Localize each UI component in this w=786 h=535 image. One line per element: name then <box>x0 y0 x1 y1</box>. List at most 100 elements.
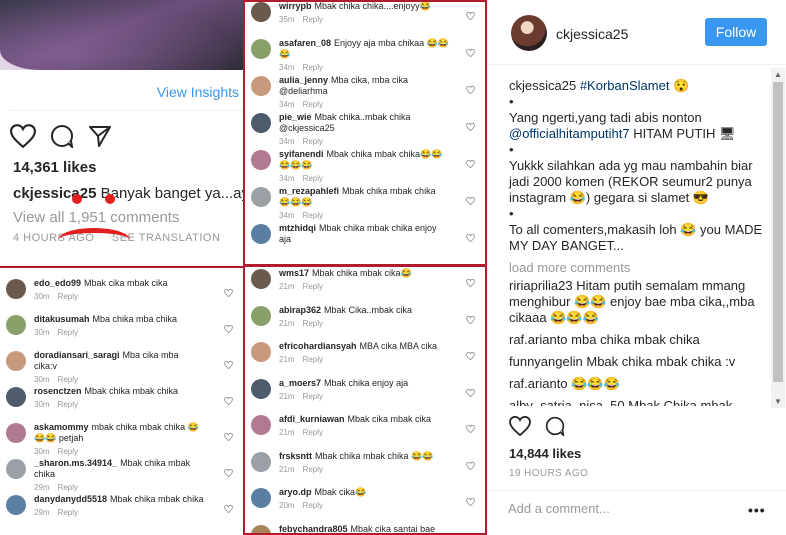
reply-link[interactable]: Reply <box>303 501 323 510</box>
reply-link[interactable]: Reply <box>303 465 323 474</box>
share-icon[interactable] <box>88 124 112 153</box>
avatar[interactable] <box>251 39 271 59</box>
avatar[interactable] <box>6 351 26 371</box>
reply-link[interactable]: Reply <box>303 137 323 146</box>
avatar[interactable] <box>6 459 26 479</box>
avatar[interactable] <box>6 495 26 515</box>
caption-username[interactable]: ckjessica25 <box>509 78 576 93</box>
comment-username[interactable]: _sharon.ms.34914_ <box>34 458 117 468</box>
heart-icon[interactable] <box>509 415 531 441</box>
avatar[interactable] <box>251 150 271 170</box>
avatar[interactable] <box>6 387 26 407</box>
comment-like-icon[interactable] <box>466 347 475 365</box>
avatar[interactable] <box>6 279 26 299</box>
comment-username[interactable]: aulia_jenny <box>279 75 328 85</box>
comment-like-icon[interactable] <box>466 7 475 25</box>
comment-username[interactable]: aryo.dp <box>279 487 312 497</box>
avatar[interactable] <box>251 2 271 22</box>
avatar[interactable] <box>251 378 271 399</box>
scroll-up-icon[interactable]: ▲ <box>774 70 782 79</box>
comment-username[interactable]: a_moers7 <box>279 378 321 388</box>
avatar[interactable] <box>251 415 271 435</box>
avatar[interactable] <box>251 269 271 289</box>
reply-link[interactable]: Reply <box>303 355 323 364</box>
scrollbar-thumb[interactable] <box>773 82 783 382</box>
comment-like-icon[interactable] <box>466 81 475 99</box>
likes-count[interactable]: 14,361 likes <box>13 159 96 176</box>
view-all-comments[interactable]: View all 1,951 comments <box>13 209 179 226</box>
comment-like-icon[interactable] <box>224 500 233 518</box>
comment-like-icon[interactable] <box>466 155 475 173</box>
comment-like-icon[interactable] <box>466 192 475 210</box>
reply-link[interactable]: Reply <box>303 211 323 220</box>
reply-link[interactable]: Reply <box>58 483 78 492</box>
comment-username[interactable]: raf.arianto <box>509 376 568 391</box>
comment-username[interactable]: syifanendi <box>279 149 324 159</box>
reply-link[interactable]: Reply <box>303 174 323 183</box>
avatar[interactable] <box>251 305 271 326</box>
comment-like-icon[interactable] <box>224 356 233 374</box>
more-options-icon[interactable]: ••• <box>748 502 766 518</box>
comment-like-icon[interactable] <box>466 420 475 438</box>
comment-like-icon[interactable] <box>466 493 475 511</box>
mention-link[interactable]: @officialhitamputiht7 <box>509 126 630 141</box>
reply-link[interactable]: Reply <box>303 63 323 72</box>
reply-link[interactable]: Reply <box>303 282 323 291</box>
reply-link[interactable]: Reply <box>58 508 78 517</box>
caption-username[interactable]: ckjessica25 <box>13 185 96 202</box>
avatar[interactable] <box>251 187 271 207</box>
comment-like-icon[interactable] <box>224 464 233 482</box>
comment-username[interactable]: pie_wie <box>279 112 312 122</box>
comment-like-icon[interactable] <box>466 274 475 292</box>
comment-like-icon[interactable] <box>224 320 233 338</box>
comment-like-icon[interactable] <box>466 118 475 136</box>
add-comment-input[interactable] <box>508 501 728 516</box>
comment-username[interactable]: asafaren_08 <box>279 38 331 48</box>
comment-like-icon[interactable] <box>224 428 233 446</box>
comment-username[interactable]: danydanydd5518 <box>34 494 107 504</box>
comment-like-icon[interactable] <box>466 384 475 402</box>
scroll-down-icon[interactable]: ▼ <box>774 397 782 406</box>
reply-link[interactable]: Reply <box>303 100 323 109</box>
avatar[interactable] <box>251 76 271 96</box>
comment-icon[interactable] <box>545 416 565 441</box>
comment-username[interactable]: edo_edo99 <box>34 278 81 288</box>
avatar[interactable] <box>6 315 26 335</box>
avatar[interactable] <box>251 451 271 472</box>
comment-username[interactable]: efricohardiansyah <box>279 341 357 351</box>
comment-username[interactable]: askamommy <box>34 422 89 432</box>
comment-username[interactable]: mtzhidqi <box>279 223 316 233</box>
avatar[interactable] <box>251 224 271 244</box>
comment-username[interactable]: wirrypb <box>279 2 312 11</box>
comment-username[interactable]: frsksntt <box>279 451 312 461</box>
reply-link[interactable]: Reply <box>58 292 78 301</box>
comment-like-icon[interactable] <box>224 392 233 410</box>
reply-link[interactable]: Reply <box>303 428 323 437</box>
comment-username[interactable]: febychandra805 <box>279 524 348 534</box>
reply-link[interactable]: Reply <box>303 319 323 328</box>
comment-like-icon[interactable] <box>466 457 475 475</box>
hashtag-link[interactable]: #KorbanSlamet <box>580 78 670 93</box>
comment-username[interactable]: abirap362 <box>279 305 321 315</box>
comment-username[interactable]: funnyangelin <box>509 354 583 369</box>
comment-like-icon[interactable] <box>224 284 233 302</box>
comment-username[interactable]: ditakusumah <box>34 314 90 324</box>
comment-username[interactable]: m_rezapahlefi <box>279 186 339 196</box>
comment-icon[interactable] <box>50 124 74 153</box>
avatar[interactable] <box>251 488 271 508</box>
header-username[interactable]: ckjessica25 <box>556 26 628 42</box>
comment-like-icon[interactable] <box>466 311 475 329</box>
load-more-comments[interactable]: load more comments <box>509 260 764 276</box>
reply-link[interactable]: Reply <box>58 375 78 384</box>
reply-link[interactable]: Reply <box>58 400 78 409</box>
reply-link[interactable]: Reply <box>58 447 78 456</box>
avatar[interactable] <box>6 423 26 443</box>
comment-username[interactable]: afdi_kurniawan <box>279 414 345 424</box>
heart-icon[interactable] <box>9 124 37 153</box>
comment-username[interactable]: rosenctzen <box>34 386 82 396</box>
reply-link[interactable]: Reply <box>303 15 323 24</box>
comment-username[interactable]: raf.arianto <box>509 332 568 347</box>
reply-link[interactable]: Reply <box>58 328 78 337</box>
avatar[interactable] <box>251 342 271 362</box>
comment-like-icon[interactable] <box>466 229 475 247</box>
